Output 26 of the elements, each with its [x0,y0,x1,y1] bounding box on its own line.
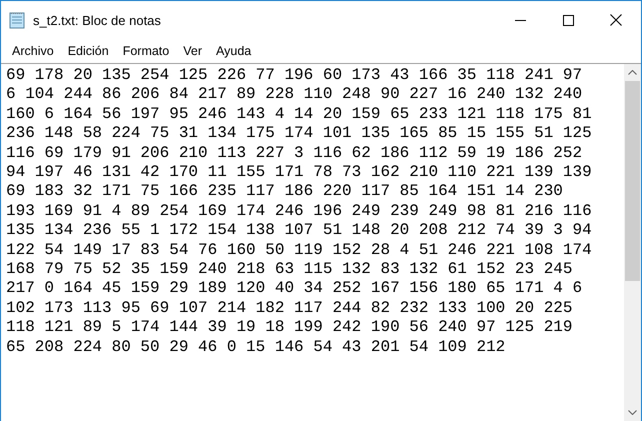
text-line: 160 6 164 56 197 95 246 143 4 14 20 159 65 233 121 118 175 81 [6,104,592,124]
menu-item[interactable]: Ver [176,42,209,60]
close-icon [610,14,622,26]
text-line: 116 69 179 91 206 210 113 227 3 116 62 186 112 59 19 186 252 [6,144,582,164]
scrollbar[interactable] [624,64,641,421]
text-line: 135 134 236 55 1 172 154 138 107 51 148 20 208 212 74 39 3 94 [6,221,592,241]
menu-item[interactable]: Ayuda [209,42,258,60]
text-line: 65 208 224 80 50 29 46 0 15 146 54 43 201 54 109 212 [6,338,506,358]
text-line: 122 54 149 17 83 54 76 160 50 119 152 28 4 51 246 221 108 174 [6,240,592,260]
text-line: 94 197 46 131 42 170 11 155 171 78 73 162 210 110 221 139 139 [6,163,592,182]
window-title: s_t2.txt: Bloc de notas [33,12,162,28]
notepad-icon [9,11,25,29]
text-line: 6 104 244 86 206 84 217 89 228 110 248 90 227 16 240 132 240 [6,85,582,105]
menu-item[interactable]: Edición [60,42,116,60]
menu-item[interactable]: Formato [116,42,176,60]
menu-item[interactable]: Archivo [5,42,61,60]
text-line: 69 178 20 135 254 125 226 77 196 60 173 43 166 35 118 241 97 [6,66,582,86]
text-line: 102 173 113 95 69 107 214 182 117 244 82 232 133 100 20 225 [6,298,572,318]
text-line: 69 183 32 171 75 166 235 117 186 220 117 85 164 151 14 230 [6,182,563,202]
scrollbar-thumb[interactable] [625,81,640,281]
text-line: 236 148 58 224 75 31 134 175 174 101 135 165 85 15 155 51 125 [6,124,592,144]
text-line: 193 169 91 4 89 254 169 174 246 196 249 239 249 98 81 216 116 [6,202,592,222]
text-line: 217 0 164 45 159 29 189 120 40 34 252 167 156 180 65 171 4 6 [6,279,582,299]
maximize-icon [562,14,574,26]
text-line: 168 79 75 52 35 159 240 218 63 115 132 83 132 61 152 23 245 [6,260,572,280]
text-line: 118 121 89 5 174 144 39 19 18 199 242 190 56 240 97 125 219 [6,318,572,338]
